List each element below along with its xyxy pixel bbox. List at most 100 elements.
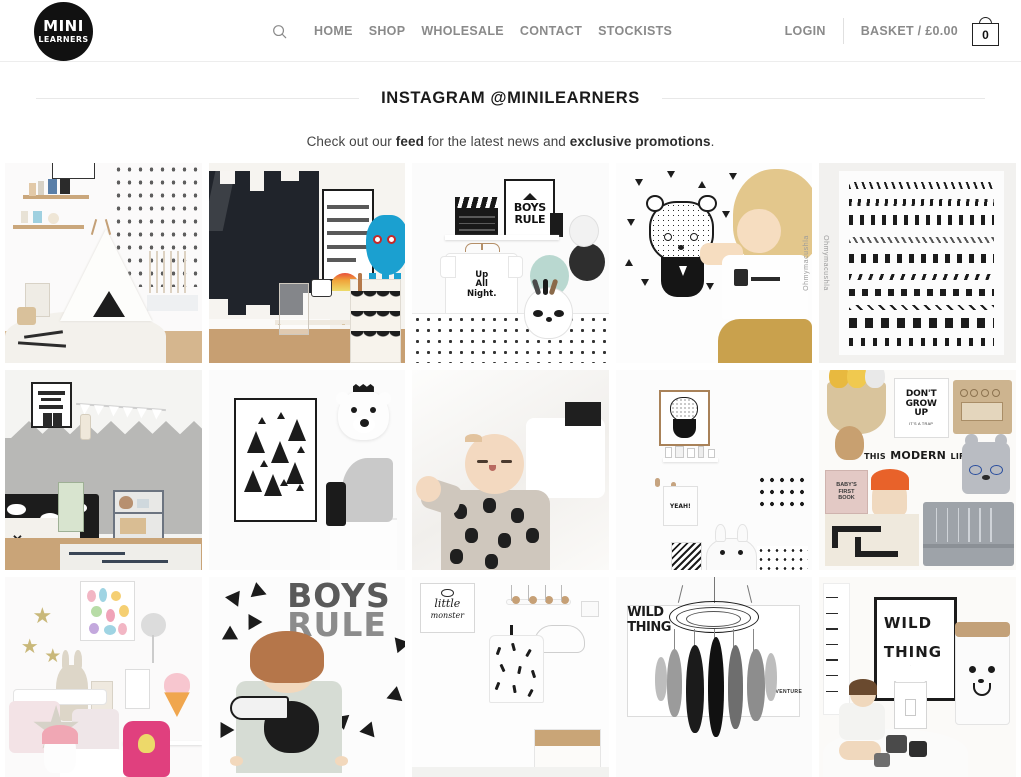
poster-text: BOYS RULE <box>513 201 546 226</box>
basket-link[interactable]: BASKET / £0.00 <box>844 24 972 38</box>
decor <box>394 634 405 654</box>
decor: little monster <box>419 583 475 633</box>
nav-item-home[interactable]: HOME <box>306 24 361 38</box>
decor <box>670 542 702 570</box>
subtitle-part-1: Check out our <box>306 134 396 149</box>
nav-item-contact[interactable]: CONTACT <box>512 24 590 38</box>
poster-text-block: WILD THING <box>627 605 671 635</box>
decor <box>52 163 96 179</box>
nav-item-stockists[interactable]: STOCKISTS <box>590 24 680 38</box>
decor <box>218 625 239 647</box>
decor <box>48 179 58 194</box>
login-link[interactable]: LOGIN <box>785 24 843 38</box>
decor <box>909 741 928 757</box>
decor <box>686 645 704 733</box>
decor <box>326 482 347 526</box>
decor <box>93 291 126 317</box>
decor <box>747 649 765 721</box>
decor <box>342 458 394 522</box>
decor <box>721 255 809 319</box>
print-line-1: little <box>434 596 461 610</box>
decor <box>224 589 241 607</box>
decor: YEAH! <box>662 486 699 526</box>
decor <box>488 635 544 703</box>
nav-item-wholesale[interactable]: WHOLESALE <box>413 24 512 38</box>
page-title-row: INSTAGRAM @MINILEARNERS <box>0 78 1021 118</box>
decor <box>713 577 715 603</box>
photo-watermark: Ohmymacushla <box>822 235 829 291</box>
decor <box>164 673 190 717</box>
instagram-post-8[interactable] <box>412 370 609 570</box>
decor <box>350 273 402 363</box>
decor <box>654 657 667 701</box>
decor <box>42 724 78 773</box>
instagram-grid: BOYS RULE Up All Night. Ohmymacushla Ohm… <box>5 163 1016 777</box>
tee-text: Up All Night. <box>467 269 497 299</box>
instagram-post-13[interactable]: little monster <box>412 577 609 777</box>
decor <box>756 474 805 510</box>
shopping-bag-icon[interactable]: 0 <box>972 16 999 46</box>
decor: ★ <box>32 603 53 628</box>
decor <box>480 243 483 250</box>
instagram-post-2[interactable] <box>208 163 405 363</box>
subtitle-feed-link[interactable]: feed <box>396 134 424 149</box>
title-rule-right <box>661 97 985 99</box>
decor <box>952 380 1012 434</box>
nav-item-shop[interactable]: SHOP <box>361 24 414 38</box>
bag-text: YEAH! <box>669 502 691 510</box>
poster-line-2: THING <box>883 643 943 662</box>
subtitle-promotions: exclusive promotions <box>569 134 711 149</box>
decor <box>60 544 202 570</box>
instagram-post-5[interactable]: Ohmymacushla <box>819 163 1016 363</box>
decor <box>524 278 574 339</box>
decor <box>569 243 605 281</box>
instagram-post-1[interactable] <box>5 163 202 363</box>
decor <box>923 502 1014 566</box>
decor <box>870 468 909 516</box>
mini-learners-logo[interactable]: MINI LEARNERS <box>34 2 93 61</box>
decor <box>445 235 560 240</box>
decor <box>835 678 894 761</box>
logo-line-2: LEARNERS <box>38 35 89 44</box>
instagram-post-12[interactable]: BOYS RULE <box>208 577 405 777</box>
search-icon[interactable] <box>268 20 290 42</box>
decor <box>152 635 155 663</box>
decor <box>678 585 684 603</box>
decor <box>140 613 167 637</box>
decor <box>75 402 167 420</box>
instagram-post-11[interactable]: ★ ★ ★ <box>5 577 202 777</box>
decor <box>58 482 84 532</box>
instagram-post-14[interactable]: WILD THING ADVENTURE <box>615 577 812 777</box>
decor <box>310 279 333 297</box>
header-account-area: LOGIN BASKET / £0.00 0 <box>785 0 999 62</box>
decor <box>707 637 724 737</box>
instagram-post-9[interactable]: YEAH! <box>615 370 812 570</box>
instagram-post-3[interactable]: BOYS RULE Up All Night. <box>412 163 609 363</box>
decor <box>893 665 928 729</box>
main-navigation: HOME SHOP WHOLESALE CONTACT STOCKISTS <box>268 0 680 62</box>
instagram-post-6[interactable]: ✕ ✕ ✕ <box>5 370 202 570</box>
decor <box>666 649 683 717</box>
instagram-post-4[interactable]: Ohmymacushla <box>615 163 812 363</box>
instagram-post-7[interactable] <box>208 370 405 570</box>
decor <box>658 390 710 446</box>
decor <box>249 631 325 683</box>
decor <box>359 721 381 743</box>
instagram-post-10[interactable]: DON'T GROW UP IT'S A TRAP THIS MODERN LIFE… <box>819 370 1016 570</box>
decor <box>874 753 890 767</box>
decor <box>838 171 1004 355</box>
decor <box>60 179 71 194</box>
bag-body: 0 <box>972 23 999 46</box>
decor <box>234 398 317 522</box>
decor <box>465 434 524 494</box>
decor: ★ <box>20 636 39 658</box>
instagram-post-15[interactable]: WILD THING <box>819 577 1016 777</box>
decor <box>885 735 908 753</box>
decor <box>824 514 920 566</box>
decor <box>455 197 499 237</box>
decor <box>412 313 609 363</box>
poster-line-1: WILD <box>883 613 933 632</box>
print-line-2: monster <box>430 610 465 620</box>
decor <box>365 215 405 291</box>
decor <box>229 681 349 773</box>
